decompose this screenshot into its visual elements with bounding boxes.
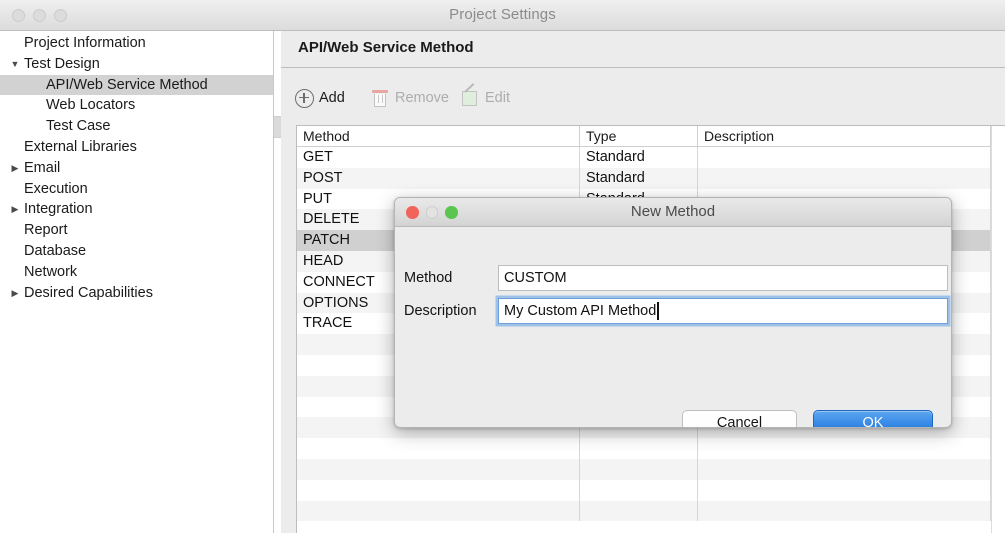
sidebar-item-report[interactable]: Report — [0, 220, 273, 241]
method-field-label: Method — [404, 270, 453, 286]
toolbar-button-label: Add — [319, 90, 345, 106]
page-title: API/Web Service Method — [298, 39, 474, 56]
sidebar-item-execution[interactable]: Execution — [0, 179, 273, 200]
toolbar-button-label: Edit — [485, 90, 510, 106]
sidebar-item-api-web-service-method[interactable]: API/Web Service Method — [0, 74, 273, 96]
window-title: Project Settings — [449, 6, 556, 23]
panel-header: API/Web Service Method — [281, 31, 1005, 68]
splitter-grip[interactable] — [274, 116, 281, 138]
cell-empty — [580, 438, 698, 459]
cancel-button[interactable]: Cancel — [682, 410, 797, 427]
chevron-right-icon[interactable]: ▶ — [8, 283, 22, 304]
project-settings-window: Project Settings Project Information ▼ Tes… — [0, 0, 1005, 533]
pencil-icon — [461, 82, 480, 108]
sidebar-item-label: Desired Capabilities — [24, 284, 153, 301]
sidebar-item-label: API/Web Service Method — [46, 76, 208, 93]
cell-description — [698, 167, 991, 189]
sidebar-item-label: Database — [24, 242, 87, 259]
table-header-row: Method Type Description — [297, 126, 1005, 147]
sidebar-item-external-libraries[interactable]: External Libraries — [0, 137, 273, 158]
chevron-right-icon[interactable]: ▶ — [8, 199, 22, 220]
edit-button: Edit — [461, 82, 510, 111]
column-header-description[interactable]: Description — [698, 126, 991, 147]
cell-empty — [698, 479, 991, 501]
column-header-method[interactable]: Method — [297, 126, 580, 147]
table-empty-row — [297, 500, 1005, 522]
cell-empty — [580, 479, 698, 501]
panel-splitter[interactable] — [274, 31, 281, 533]
sidebar-item-test-case[interactable]: Test Case — [0, 116, 273, 137]
new-method-dialog: New Method Method Description Cancel OK — [394, 197, 952, 428]
description-input[interactable] — [498, 298, 948, 324]
ok-button[interactable]: OK — [813, 410, 933, 427]
sidebar-item-label: Test Design — [24, 55, 100, 72]
sidebar-item-label: Execution — [24, 180, 88, 197]
table-row[interactable]: GET Standard — [297, 147, 1005, 168]
cell-empty — [580, 500, 698, 522]
sidebar-item-desired-capabilities[interactable]: ▶ Desired Capabilities — [0, 283, 273, 304]
toolbar-button-label: Remove — [395, 90, 449, 106]
trash-icon — [371, 89, 390, 108]
dialog-titlebar: New Method — [395, 198, 951, 227]
sidebar-item-label: Web Locators — [46, 97, 136, 114]
settings-tree[interactable]: Project Information ▼ Test Design API/Web S… — [0, 31, 274, 533]
table-empty-row — [297, 438, 1005, 459]
dialog-body: Method Description Cancel OK — [395, 227, 951, 427]
plus-circle-icon — [295, 88, 314, 108]
sidebar-item-web-locators[interactable]: Web Locators — [0, 95, 273, 116]
sidebar-item-database[interactable]: Database — [0, 241, 273, 262]
table-row[interactable]: POST Standard — [297, 167, 1005, 189]
cell-empty — [297, 458, 580, 480]
table-toolbar: Add Remove Edit — [281, 69, 1005, 124]
sidebar-item-test-design[interactable]: ▼ Test Design — [0, 54, 273, 75]
column-header-type[interactable]: Type — [580, 126, 698, 147]
cell-type: Standard — [580, 167, 698, 189]
cell-method: GET — [297, 147, 580, 168]
sidebar-item-integration[interactable]: ▶ Integration — [0, 199, 273, 220]
dialog-title: New Method — [630, 203, 716, 220]
table-empty-row — [297, 479, 1005, 501]
sidebar-item-label: External Libraries — [24, 138, 137, 155]
cell-empty — [297, 438, 580, 459]
table-vertical-scrollbar[interactable] — [991, 126, 1005, 533]
sidebar-item-label: Integration — [24, 201, 93, 218]
cell-empty — [698, 500, 991, 522]
sidebar-item-label: Project Information — [24, 35, 146, 51]
description-field-label: Description — [404, 303, 477, 319]
add-button[interactable]: Add — [295, 85, 345, 111]
window-titlebar: Project Settings — [0, 0, 1005, 31]
method-input[interactable] — [498, 265, 948, 291]
cell-empty — [580, 458, 698, 480]
chevron-right-icon[interactable]: ▶ — [8, 158, 22, 179]
table-empty-row — [297, 458, 1005, 480]
sidebar-item-network[interactable]: Network — [0, 262, 273, 283]
cell-empty — [698, 438, 991, 459]
cell-method: POST — [297, 167, 580, 189]
sidebar-item-label: Network — [24, 263, 78, 280]
cell-description — [698, 147, 991, 168]
chevron-down-icon[interactable]: ▼ — [8, 54, 22, 75]
text-cursor — [657, 302, 659, 320]
remove-button: Remove — [371, 85, 449, 111]
sidebar-item-project-information[interactable]: Project Information — [0, 33, 273, 54]
cell-empty — [297, 500, 580, 522]
cell-empty — [297, 479, 580, 501]
sidebar-item-label: Test Case — [46, 118, 111, 135]
cell-empty — [698, 458, 991, 480]
sidebar-item-label: Report — [24, 222, 68, 239]
sidebar-item-email[interactable]: ▶ Email — [0, 158, 273, 179]
sidebar-item-label: Email — [24, 159, 61, 176]
cell-type: Standard — [580, 147, 698, 168]
